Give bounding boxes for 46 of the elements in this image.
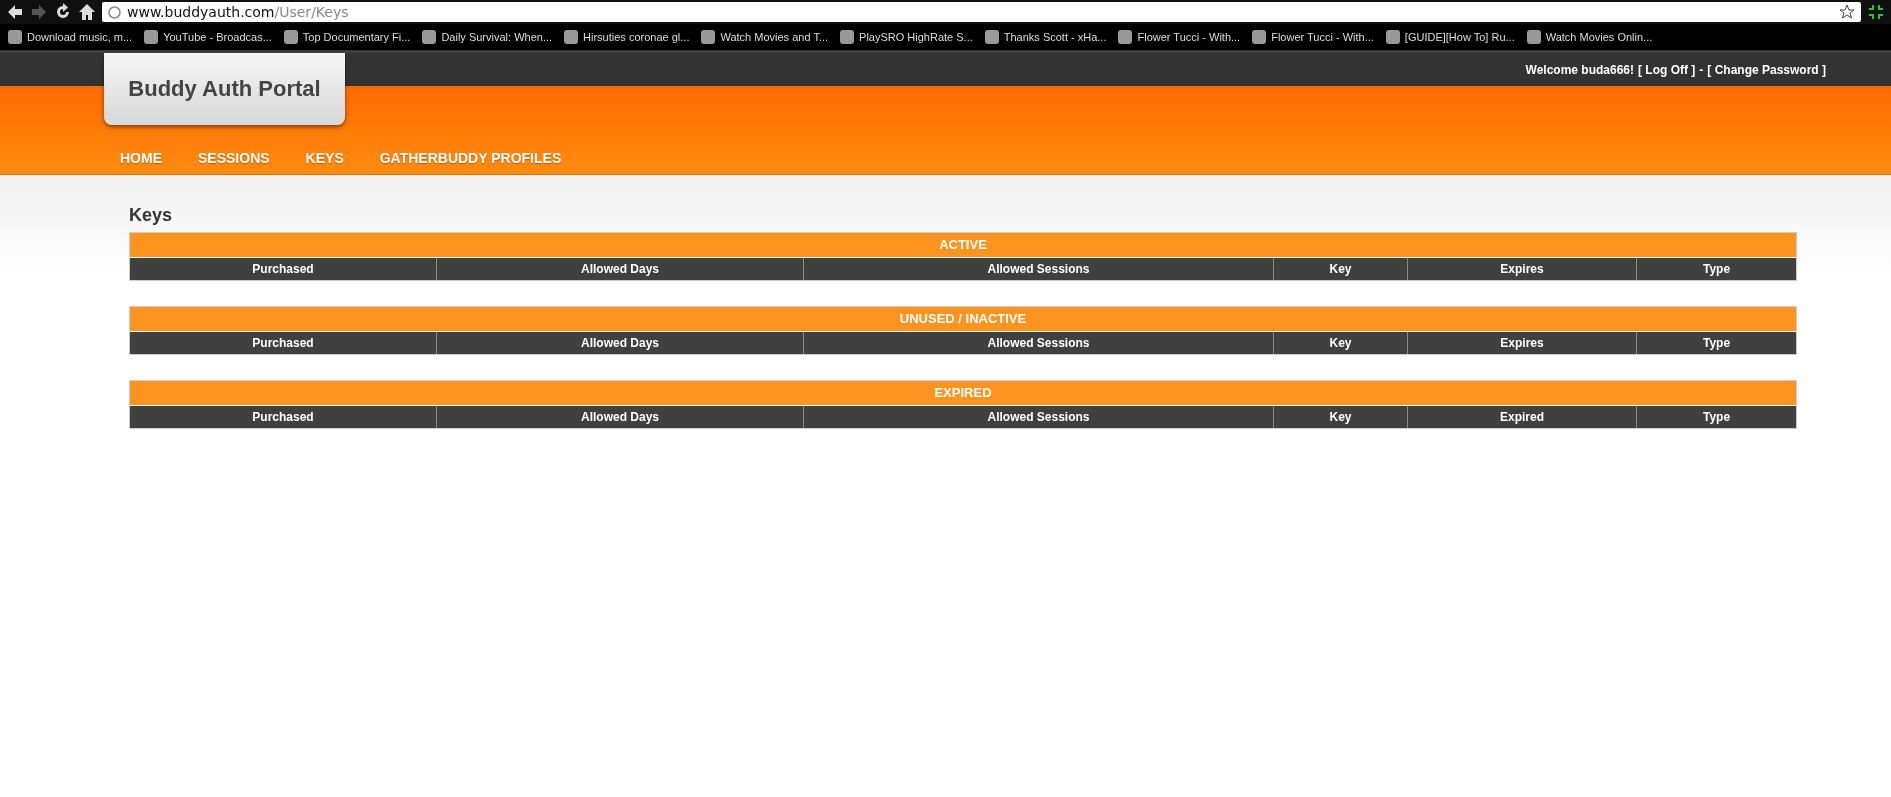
bookmark-item[interactable]: Flower Tucci - With... [1118,30,1241,44]
reload-icon[interactable] [54,3,72,21]
column-header: Expired [1407,406,1636,428]
bookmark-item[interactable]: Top Documentary Fi... [283,30,411,44]
bookmark-item[interactable]: Daily Survival: When... [422,30,553,44]
column-header: Allowed Days [436,406,803,428]
column-header: Purchased [251,409,315,426]
home-icon[interactable] [78,3,96,21]
column-header: Purchased [251,261,315,278]
column-header: Allowed Sessions [803,332,1273,354]
column-header: Expires [1407,332,1636,354]
column-header: Expires [1407,258,1636,280]
bookmark-item[interactable]: Watch Movies and T... [701,30,829,44]
table-title: UNUSED / INACTIVE [130,307,1796,332]
site-logo: Buddy Auth Portal [104,53,345,125]
change-password-link[interactable]: [ Change Password ] [1707,62,1826,77]
fullscreen-icon[interactable] [1867,3,1885,21]
bookmark-item[interactable]: Hirsuties coronae gl... [564,30,690,44]
column-header: Allowed Days [436,332,803,354]
page-title: Keys [129,205,174,226]
address-bar[interactable]: www.buddyauth.com/User/Keys [102,2,1861,22]
separator-text: - [1699,62,1704,77]
column-header: Allowed Sessions [803,258,1273,280]
column-header: Allowed Days [436,258,803,280]
bookmark-item[interactable]: [GUIDE][How To] Ru... [1385,30,1515,44]
bookmark-item[interactable]: Download music, m... [8,30,133,44]
column-header: Key [1273,406,1407,428]
welcome-text: Welcome buda666! [1525,62,1634,77]
table-title: EXPIRED [130,381,1796,406]
bookmark-item[interactable]: Flower Tucci - With... [1252,30,1374,44]
table-title: ACTIVE [130,233,1796,258]
bookmark-item[interactable]: Thanks Scott - xHa... [984,30,1107,44]
back-icon[interactable] [6,3,24,21]
column-header: Type [1636,258,1796,280]
column-header: Allowed Sessions [803,406,1273,428]
column-header: Key [1273,332,1407,354]
bookmark-item[interactable]: YouTube - Broadcas... [144,30,272,44]
column-header: Type [1636,332,1796,354]
star-icon[interactable] [1839,4,1855,20]
log-off-link[interactable]: [ Log Off ] [1638,62,1696,77]
column-header: Type [1636,406,1796,428]
bookmark-item[interactable]: Watch Movies Onlin... [1526,30,1653,44]
column-header: Key [1273,258,1407,280]
globe-icon [108,5,121,19]
column-header: Purchased [251,335,315,352]
bookmark-item[interactable]: PlaySRO HighRate S... [840,30,973,44]
